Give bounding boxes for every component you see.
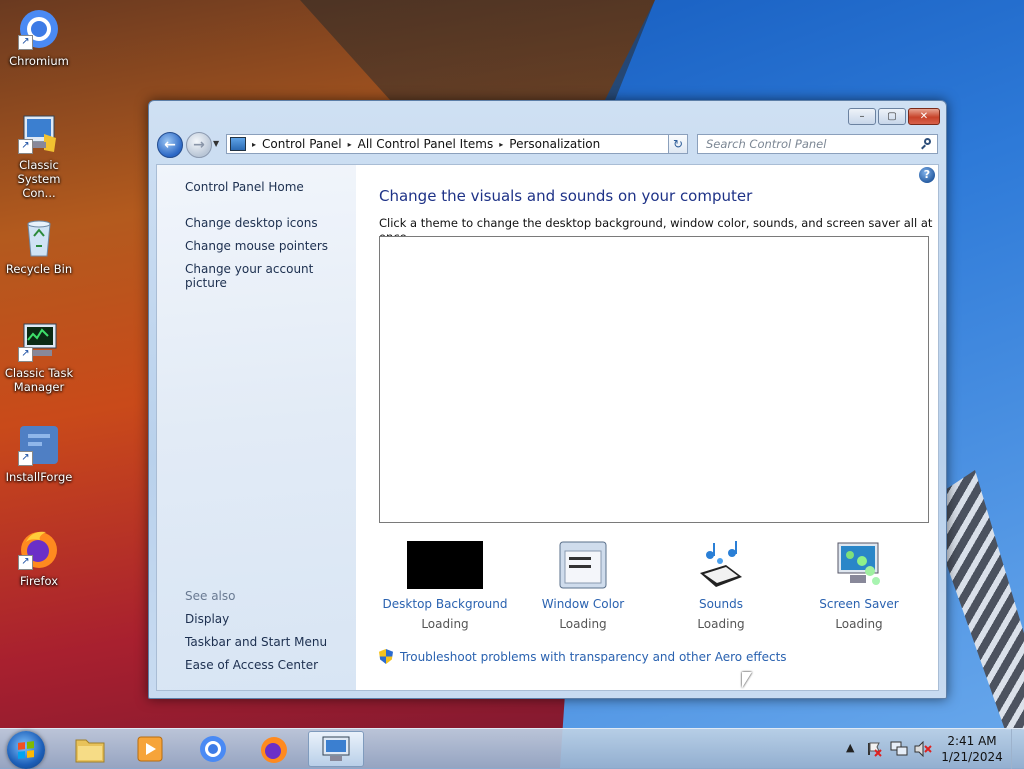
breadcrumb-control-panel[interactable]: Control Panel (262, 137, 342, 151)
option-label[interactable]: Desktop Background (375, 597, 515, 611)
desktop-icon-label: Firefox (19, 574, 59, 588)
option-label[interactable]: Sounds (651, 597, 791, 611)
option-window-color[interactable]: Window Color Loading (513, 541, 653, 631)
link-display[interactable]: Display (185, 612, 229, 626)
folder-icon (75, 739, 105, 763)
desktop-icon-classic-system-control[interactable]: ↗ Classic System Con... (1, 112, 77, 200)
option-status: Loading (421, 617, 469, 631)
breadcrumb-separator[interactable]: ▸ (252, 140, 256, 149)
page-title: Change the visuals and sounds on your co… (379, 187, 753, 205)
link-change-account-picture[interactable]: Change your account picture (185, 262, 356, 290)
option-sounds[interactable]: Sounds Loading (651, 541, 791, 631)
option-label[interactable]: Window Color (513, 597, 653, 611)
option-screen-saver[interactable]: Screen Saver Loading (789, 541, 929, 631)
option-status: Loading (697, 617, 745, 631)
personalization-window: – ▢ ✕ ← → ▼ ▸ Control Panel ▸ All Contro… (148, 100, 947, 699)
wallpaper-bridge (945, 470, 1024, 730)
taskbar-explorer[interactable] (62, 731, 118, 767)
control-panel-icon (322, 736, 350, 761)
control-panel-icon: ↗ (18, 112, 60, 154)
screen-saver-icon (834, 541, 884, 589)
chromium-icon: ↗ (18, 8, 60, 50)
desktop-icon-firefox[interactable]: ↗ Firefox (1, 528, 77, 588)
link-taskbar-start-menu[interactable]: Taskbar and Start Menu (185, 635, 327, 649)
theme-list[interactable] (379, 236, 929, 523)
refresh-button[interactable]: ↻ (668, 134, 688, 154)
desktop-icon-label: Chromium (9, 54, 69, 68)
breadcrumb-separator[interactable]: ▸ (348, 140, 352, 149)
link-ease-of-access[interactable]: Ease of Access Center (185, 658, 318, 672)
shield-icon (379, 649, 393, 664)
search-box[interactable] (697, 134, 938, 154)
clock-date: 1/21/2024 (941, 750, 1003, 764)
see-also-heading: See also (185, 589, 236, 603)
desktop-icon-label: Classic Task Manager (4, 366, 74, 394)
address-bar[interactable]: ▸ Control Panel ▸ All Control Panel Item… (226, 134, 688, 154)
window-color-icon (559, 541, 607, 589)
help-icon[interactable]: ? (919, 167, 935, 183)
link-change-desktop-icons[interactable]: Change desktop icons (185, 216, 318, 230)
search-input[interactable] (706, 137, 906, 151)
desktop-icon-label: Classic System Con... (17, 158, 61, 200)
left-pane: Control Panel Home Change desktop icons … (157, 165, 356, 690)
desktop-background-icon (407, 541, 483, 589)
volume-muted-icon[interactable] (914, 741, 932, 757)
option-status: Loading (835, 617, 883, 631)
show-desktop-button[interactable] (1011, 729, 1024, 769)
taskbar-control-panel[interactable] (308, 731, 364, 767)
clock[interactable]: 2:41 AM 1/21/2024 (936, 733, 1008, 765)
forward-button[interactable]: → (186, 132, 212, 158)
recent-pages-dropdown[interactable]: ▼ (213, 139, 219, 148)
close-button[interactable]: ✕ (908, 108, 940, 125)
back-button[interactable]: ← (157, 132, 183, 158)
desktop-icon-recycle-bin[interactable]: Recycle Bin (1, 216, 77, 276)
action-center-icon[interactable] (866, 741, 882, 757)
minimize-button[interactable]: – (848, 108, 876, 125)
task-manager-icon: ↗ (18, 320, 60, 362)
firefox-icon (261, 737, 287, 763)
maximize-button[interactable]: ▢ (878, 108, 906, 125)
taskbar-media-player[interactable] (122, 731, 178, 767)
option-status: Loading (559, 617, 607, 631)
main-pane: ? Change the visuals and sounds on your … (356, 165, 938, 690)
recycle-bin-icon (18, 216, 60, 258)
firefox-icon: ↗ (18, 528, 60, 570)
window-controls: – ▢ ✕ (848, 108, 940, 125)
installforge-icon: ↗ (18, 424, 60, 466)
content-area: Control Panel Home Change desktop icons … (156, 164, 939, 691)
troubleshoot-link[interactable]: Troubleshoot problems with transparency … (379, 649, 787, 664)
desktop-icon-chromium[interactable]: ↗ Chromium (1, 8, 77, 68)
option-label[interactable]: Screen Saver (789, 597, 929, 611)
desktop-icon-classic-task-manager[interactable]: ↗ Classic Task Manager (1, 320, 77, 394)
tray-overflow-icon[interactable]: ▲ (846, 741, 854, 754)
option-desktop-background[interactable]: Desktop Background Loading (375, 541, 515, 631)
breadcrumb-separator[interactable]: ▸ (499, 140, 503, 149)
media-player-icon (137, 736, 163, 762)
desktop-icon-label: Recycle Bin (5, 262, 73, 276)
clock-time: 2:41 AM (947, 734, 997, 748)
taskbar-chromium[interactable] (185, 731, 241, 767)
link-control-panel-home[interactable]: Control Panel Home (185, 180, 304, 194)
breadcrumb-all-items[interactable]: All Control Panel Items (358, 137, 494, 151)
taskbar: ▲ 2:41 AM 1/21/2024 (0, 728, 1024, 769)
chromium-icon (200, 736, 226, 762)
taskbar-firefox[interactable] (246, 731, 302, 767)
navigation-bar: ← → ▼ ▸ Control Panel ▸ All Control Pane… (156, 131, 939, 159)
link-change-mouse-pointers[interactable]: Change mouse pointers (185, 239, 328, 253)
control-panel-icon (230, 137, 246, 151)
desktop-icon-installforge[interactable]: ↗ InstallForge (1, 424, 77, 484)
troubleshoot-label[interactable]: Troubleshoot problems with transparency … (400, 650, 787, 664)
desktop-icon-label: InstallForge (5, 470, 73, 484)
start-button[interactable] (7, 731, 45, 769)
sounds-icon (696, 541, 746, 589)
mouse-cursor (742, 672, 752, 688)
breadcrumb-personalization[interactable]: Personalization (509, 137, 600, 151)
network-icon[interactable] (890, 741, 908, 757)
search-icon[interactable] (921, 138, 933, 150)
